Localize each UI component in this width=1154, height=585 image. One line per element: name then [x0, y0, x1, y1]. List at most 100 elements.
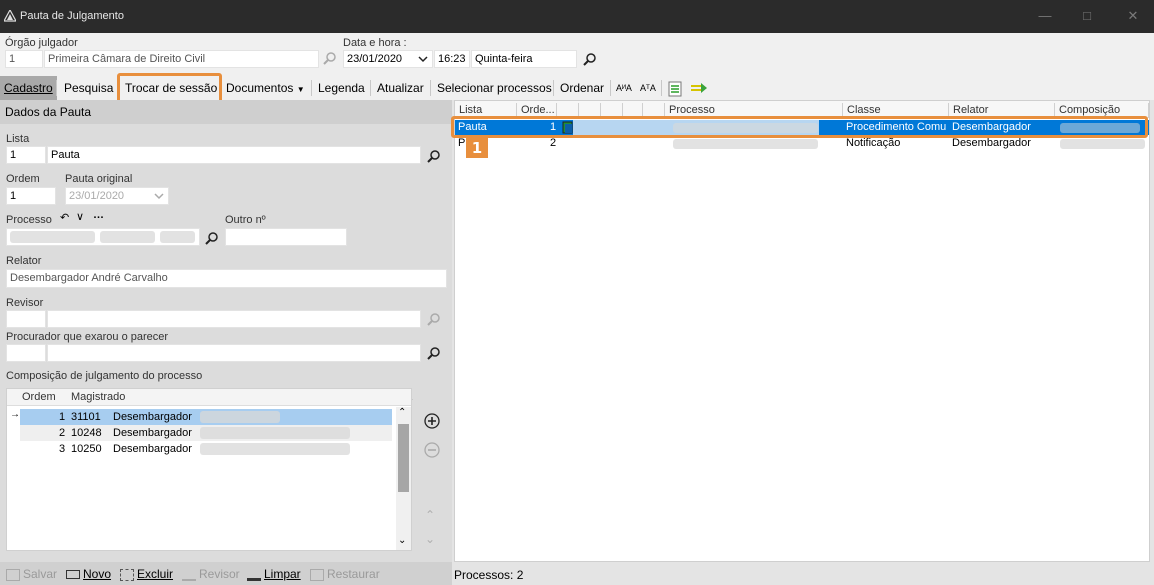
row-code: 31101: [71, 411, 101, 423]
legenda-button[interactable]: Legenda: [314, 76, 369, 100]
revisor-search-icon: [426, 312, 442, 328]
add-icon[interactable]: [424, 413, 440, 432]
row-code: 10248: [71, 427, 102, 439]
window-title: Pauta de Julgamento: [20, 10, 124, 22]
tab-cadastro[interactable]: Cadastro: [0, 76, 57, 100]
selecionar-processos-button[interactable]: Selecionar processos: [433, 76, 556, 100]
processo-search-icon[interactable]: [204, 231, 220, 247]
revisor-code-field: [6, 310, 46, 328]
revisor-label: Revisor: [6, 297, 44, 309]
composicao-label: Composição de julgamento do processo: [6, 370, 203, 382]
document-list-icon[interactable]: [664, 76, 686, 100]
procurador-label: Procurador que exarou o parecer: [6, 331, 169, 343]
move-down-icon: ⌄: [425, 532, 436, 546]
form-panel: Dados da Pauta Lista 1 Pauta Ordem 1 Pau…: [0, 100, 452, 585]
export-arrow-icon[interactable]: [686, 76, 712, 100]
font-increase-icon[interactable]: AᴻA: [612, 76, 636, 100]
revisor-button: Revisor: [182, 564, 240, 584]
lista-name-field[interactable]: Pauta: [47, 146, 421, 164]
outro-field[interactable]: [225, 228, 347, 246]
row-ordem: 1: [59, 411, 66, 423]
datetime-search-icon[interactable]: [582, 52, 598, 68]
ordem-field[interactable]: 1: [6, 187, 56, 205]
datahora-label: Data e hora :: [343, 37, 407, 49]
ordenar-button[interactable]: Ordenar: [556, 76, 608, 100]
col-ordem[interactable]: Ordem: [22, 391, 56, 403]
scrollbar-thumb[interactable]: [398, 424, 409, 492]
weekday-field: Quinta-feira: [471, 50, 577, 68]
scroll-down-icon[interactable]: ⌄: [398, 535, 406, 546]
novo-button[interactable]: Novo: [66, 564, 111, 584]
delete-icon: [120, 568, 134, 581]
process-panel: Lista Orde... Processo Classe Relator Co…: [452, 100, 1154, 585]
outro-label: Outro nº: [225, 214, 266, 226]
ordem-label: Ordem: [6, 173, 40, 185]
minimize-icon[interactable]: —: [1036, 7, 1054, 25]
col-magistrado[interactable]: Magistrado: [71, 391, 125, 403]
title-bar: Pauta de Julgamento — □ ✕: [0, 0, 1154, 33]
row-lista: P: [458, 137, 466, 149]
relator-field: Desembargador André Carvalho: [6, 269, 447, 288]
row-title: Desembargador: [113, 443, 192, 455]
row-relator: Desembargador: [952, 137, 1031, 149]
remove-icon: [424, 442, 440, 461]
row-code: 10250: [71, 443, 102, 455]
revisor-name-field: [47, 310, 421, 328]
pauta-original-label: Pauta original: [65, 173, 133, 185]
broom-icon: [247, 569, 261, 581]
chevron-down-icon: [153, 188, 165, 204]
callout-1-badge: 1: [466, 138, 488, 158]
row-ordem: 3: [59, 443, 66, 455]
atualizar-button[interactable]: Atualizar: [373, 76, 428, 100]
excluir-button[interactable]: Excluir: [120, 564, 173, 584]
pauta-original-field: 23/01/2020: [65, 187, 169, 205]
restore-icon: [310, 568, 324, 581]
relator-label: Relator: [6, 255, 42, 267]
more-icon[interactable]: …: [93, 209, 104, 221]
row-classe: Notificação: [846, 137, 901, 149]
app-icon: [2, 8, 18, 22]
chevron-down-icon[interactable]: ∨: [76, 210, 84, 223]
process-grid[interactable]: Lista Orde... Processo Classe Relator Co…: [454, 100, 1150, 562]
procurador-name-field[interactable]: [47, 344, 421, 362]
chevron-down-icon[interactable]: [417, 51, 429, 67]
row-ordem: 2: [59, 427, 66, 439]
scroll-up-icon[interactable]: ⌃: [398, 407, 406, 418]
orgao-code-field[interactable]: 1: [5, 50, 43, 68]
composicao-grid[interactable]: Ordem Magistrado → 1 31101 Desembargador…: [6, 388, 412, 551]
time-field[interactable]: 16:23: [434, 50, 470, 68]
salvar-button: Salvar: [6, 564, 57, 584]
close-icon[interactable]: ✕: [1124, 7, 1142, 25]
lista-search-icon[interactable]: [426, 149, 442, 165]
callout-1-highlight: [451, 116, 1148, 138]
new-icon: [66, 570, 80, 580]
move-up-icon: ⌃: [425, 508, 436, 522]
process-count: Processos: 2: [454, 568, 524, 582]
row-ordem: 2: [550, 137, 557, 149]
bottom-action-bar: Salvar Novo Excluir Revisor Limpar Resta…: [0, 562, 452, 585]
lista-label: Lista: [6, 133, 30, 145]
revisor-icon: [182, 569, 196, 581]
orgao-search-icon[interactable]: [322, 51, 338, 67]
limpar-button[interactable]: Limpar: [247, 564, 301, 584]
processo-label: Processo: [6, 214, 52, 226]
lista-code-field[interactable]: 1: [6, 146, 46, 164]
save-icon: [6, 568, 20, 581]
orgao-name-field[interactable]: Primeira Câmara de Direito Civil: [44, 50, 319, 68]
section-title: Dados da Pauta: [5, 105, 92, 119]
procurador-code-field[interactable]: [6, 344, 46, 362]
procurador-search-icon[interactable]: [426, 346, 442, 362]
row-pointer-icon: →: [10, 409, 20, 420]
maximize-icon[interactable]: □: [1078, 7, 1096, 25]
undo-icon[interactable]: ↶: [60, 211, 69, 224]
date-picker[interactable]: 23/01/2020: [343, 50, 433, 68]
documentos-button[interactable]: Documentos ▼: [222, 76, 309, 100]
font-decrease-icon[interactable]: AᵀA: [636, 76, 660, 100]
date-value: 23/01/2020: [347, 53, 403, 65]
tab-pesquisa[interactable]: Pesquisa: [60, 76, 117, 100]
row-title: Desembargador: [113, 427, 192, 439]
orgao-label: Órgão julgador: [5, 37, 78, 49]
restaurar-button: Restaurar: [310, 564, 380, 584]
dropdown-arrow-icon: ▼: [296, 85, 305, 94]
row-title: Desembargador: [113, 411, 192, 423]
